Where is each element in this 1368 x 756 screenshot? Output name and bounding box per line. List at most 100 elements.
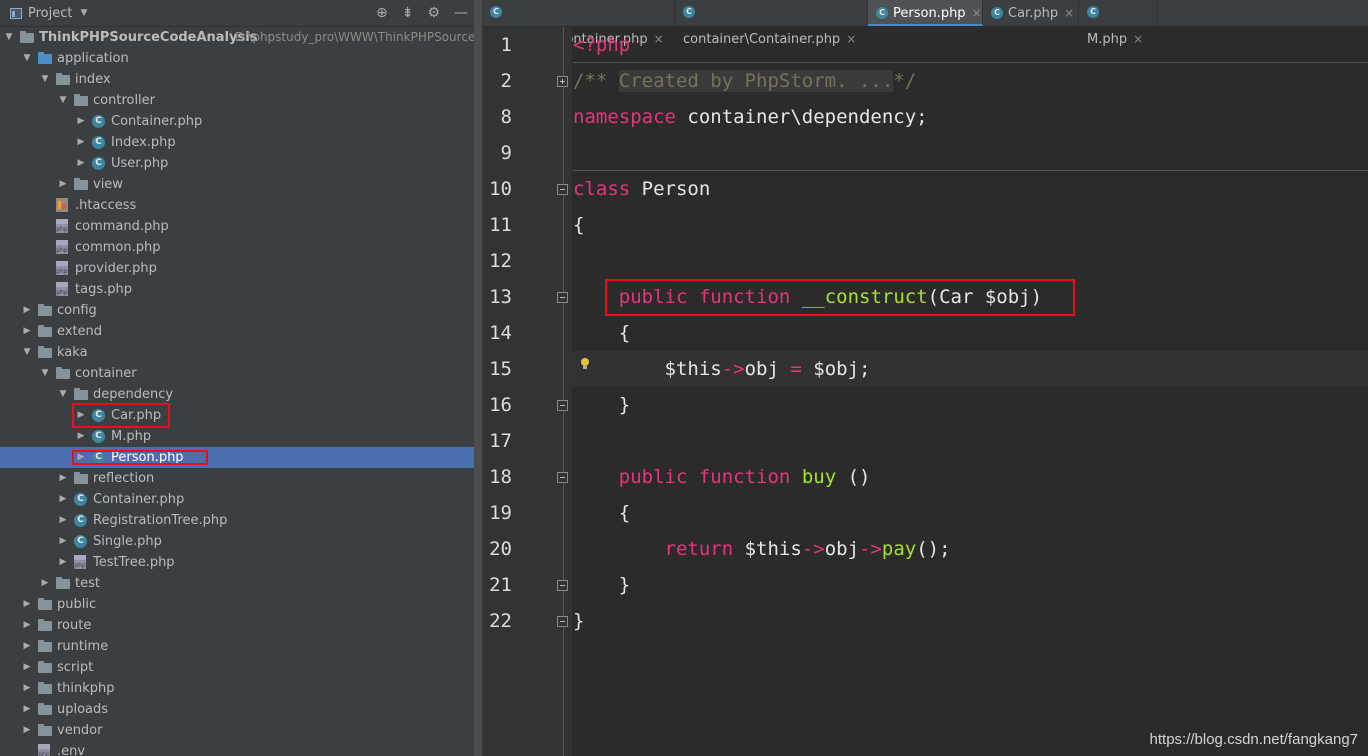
tree-row[interactable]: ▶ script — [0, 657, 474, 678]
tree-row[interactable]: php .env — [0, 741, 474, 756]
code-line[interactable]: } — [573, 603, 1368, 639]
collapse-arrow-icon[interactable]: ▶ — [22, 720, 32, 741]
collapse-arrow-icon[interactable]: ▶ — [58, 510, 68, 531]
editor-tab[interactable]: Ccontainer\Container.php × — [675, 0, 868, 47]
tree-row[interactable]: php common.php — [0, 237, 474, 258]
editor-tab[interactable]: CM.php × — [1079, 0, 1157, 47]
tree-row[interactable]: ▶ test — [0, 573, 474, 594]
close-icon[interactable]: × — [972, 6, 982, 20]
tree-row[interactable]: ▶ reflection — [0, 468, 474, 489]
minimize-icon[interactable]: — — [454, 5, 468, 21]
collapse-arrow-icon[interactable]: ▶ — [22, 615, 32, 636]
tree-row[interactable]: ▼ ThinkPHPSourceCodeAnalysis D:\phpstudy_p… — [0, 27, 474, 48]
code-line[interactable]: public function buy () — [573, 459, 1368, 495]
collapse-fold-icon[interactable] — [557, 292, 568, 303]
tree-row[interactable]: ▶ thinkphp — [0, 678, 474, 699]
code-line[interactable]: namespace container\dependency; — [573, 99, 1368, 135]
code-line[interactable] — [573, 423, 1368, 459]
code-line[interactable]: { — [573, 315, 1368, 351]
collapse-fold-icon[interactable] — [557, 400, 568, 411]
collapse-arrow-icon[interactable]: ▶ — [40, 573, 50, 594]
close-icon[interactable]: × — [1064, 6, 1074, 20]
tree-row[interactable]: ▶ extend — [0, 321, 474, 342]
collapse-arrow-icon[interactable]: ▶ — [22, 321, 32, 342]
tree-row[interactable]: ▶ C Index.php — [0, 132, 474, 153]
tree-row[interactable]: .htaccess — [0, 195, 474, 216]
collapse-arrow-icon[interactable]: ▶ — [58, 174, 68, 195]
folder-icon — [38, 682, 52, 694]
tree-row[interactable]: ▶ public — [0, 594, 474, 615]
expand-arrow-icon[interactable]: ▼ — [22, 48, 32, 69]
tree-row[interactable]: ▶ config — [0, 300, 474, 321]
collapse-arrow-icon[interactable]: ▶ — [58, 468, 68, 489]
collapse-arrow-icon[interactable]: ▶ — [22, 636, 32, 657]
expand-arrow-icon[interactable]: ▼ — [40, 363, 50, 384]
tree-row[interactable]: ▶ C M.php — [0, 426, 474, 447]
collapse-arrow-icon[interactable]: ▶ — [22, 699, 32, 720]
collapse-arrow-icon[interactable]: ▶ — [76, 111, 86, 132]
tree-row[interactable]: ▶ php TestTree.php — [0, 552, 474, 573]
tree-row[interactable]: ▼ controller — [0, 90, 474, 111]
target-icon[interactable]: ⊕ — [376, 5, 388, 21]
tree-row[interactable]: ▶ route — [0, 615, 474, 636]
tree-row[interactable]: ▶ C Container.php — [0, 489, 474, 510]
tree-row[interactable]: ▼ index — [0, 69, 474, 90]
project-panel-title[interactable]: Project — [28, 6, 72, 21]
code-line[interactable]: { — [573, 495, 1368, 531]
code-line[interactable]: /** Created by PhpStorm. ...*/ — [573, 63, 1368, 99]
collapse-fold-icon[interactable] — [557, 580, 568, 591]
collapse-arrow-icon[interactable]: ▶ — [22, 678, 32, 699]
collapse-arrow-icon[interactable]: ▶ — [76, 132, 86, 153]
tree-row[interactable]: php command.php — [0, 216, 474, 237]
tree-row[interactable]: ▼ kaka — [0, 342, 474, 363]
expand-arrow-icon[interactable]: ▼ — [58, 90, 68, 111]
tree-row[interactable]: ▶ C Container.php — [0, 111, 474, 132]
tree-row[interactable]: ▼ dependency — [0, 384, 474, 405]
collapse-fold-icon[interactable] — [557, 616, 568, 627]
tree-row[interactable]: ▶ view — [0, 174, 474, 195]
collapse-arrow-icon[interactable]: ▶ — [76, 426, 86, 447]
tree-row[interactable]: ▶ vendor — [0, 720, 474, 741]
collapse-arrow-icon[interactable]: ▶ — [22, 657, 32, 678]
code-line[interactable]: } — [573, 387, 1368, 423]
expand-arrow-icon[interactable]: ▼ — [58, 384, 68, 405]
tree-row[interactable]: php provider.php — [0, 258, 474, 279]
gear-icon[interactable]: ⚙ — [427, 5, 440, 21]
tree-row[interactable]: ▼ container — [0, 363, 474, 384]
code-line[interactable] — [573, 135, 1368, 171]
chevron-down-icon[interactable]: ▼ — [80, 8, 87, 18]
collapse-arrow-icon[interactable]: ▶ — [58, 489, 68, 510]
tree-row[interactable]: ▼ application — [0, 48, 474, 69]
collapse-arrow-icon[interactable]: ▶ — [76, 153, 86, 174]
collapse-icon[interactable]: ⇟ — [402, 5, 414, 21]
code-line[interactable]: { — [573, 207, 1368, 243]
tree-row[interactable]: php tags.php — [0, 279, 474, 300]
editor-tab[interactable]: C Person.php × — [868, 0, 983, 26]
panel-splitter[interactable] — [474, 0, 482, 756]
code-line[interactable]: <?php — [573, 27, 1368, 63]
code-token: } — [573, 574, 631, 596]
expand-arrow-icon[interactable]: ▼ — [4, 27, 14, 48]
collapse-arrow-icon[interactable]: ▶ — [22, 594, 32, 615]
collapse-arrow-icon[interactable]: ▶ — [58, 552, 68, 573]
tree-row[interactable]: ▶ C RegistrationTree.php — [0, 510, 474, 531]
collapse-arrow-icon[interactable]: ▶ — [58, 531, 68, 552]
expand-arrow-icon[interactable]: ▼ — [40, 69, 50, 90]
editor-tab[interactable]: C Car.php × — [983, 0, 1079, 26]
tree-row[interactable]: ▶ C Single.php — [0, 531, 474, 552]
intention-bulb-icon[interactable] — [580, 358, 590, 370]
expand-fold-icon[interactable] — [557, 76, 568, 87]
expand-arrow-icon[interactable]: ▼ — [22, 342, 32, 363]
tree-row[interactable]: ▶ runtime — [0, 636, 474, 657]
code-line[interactable]: $this->obj = $obj; — [573, 351, 1368, 387]
code-line[interactable]: return $this->obj->pay(); — [573, 531, 1368, 567]
tree-row[interactable]: ▶ uploads — [0, 699, 474, 720]
collapse-fold-icon[interactable] — [557, 472, 568, 483]
code-line[interactable]: } — [573, 567, 1368, 603]
code-line[interactable]: class Person — [573, 171, 1368, 207]
collapse-arrow-icon[interactable]: ▶ — [22, 300, 32, 321]
code-line[interactable] — [573, 243, 1368, 279]
tree-row[interactable]: ▶ C User.php — [0, 153, 474, 174]
collapse-fold-icon[interactable] — [557, 184, 568, 195]
editor-tab[interactable]: Ccontroller\Container.php× — [482, 0, 675, 47]
